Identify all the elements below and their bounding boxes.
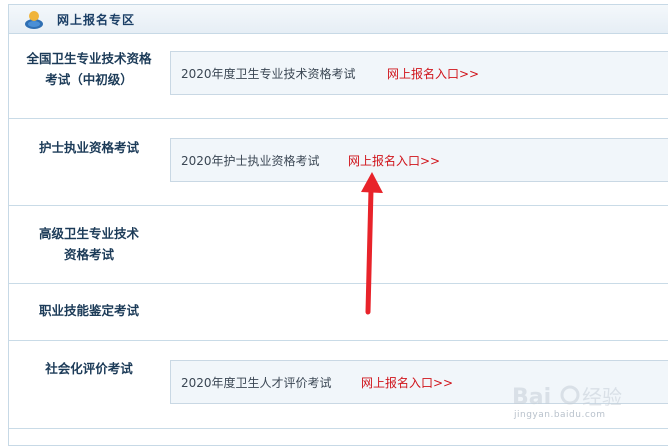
row-label-health-tech-qualification: 全国卫生专业技术资格 考试（中初级） <box>26 51 152 87</box>
svg-text:经验: 经验 <box>582 385 622 409</box>
row-label-senior-health-tech: 高级卫生专业技术 资格考试 <box>38 226 139 262</box>
entry-box-health-tech: 2020年度卫生专业技术资格考试 网上报名入口>> <box>170 51 668 95</box>
exam-name: 2020年度卫生人才评价考试 <box>181 376 332 390</box>
watermark-url: jingyan.baidu.com <box>514 410 606 420</box>
svg-text:Bai: Bai <box>512 385 551 410</box>
row-label-social-evaluation: 社会化评价考试 <box>45 361 133 376</box>
row-label-vocational-skills: 职业技能鉴定考试 <box>38 303 139 318</box>
section-title: 网上报名专区 <box>57 13 136 27</box>
baidu-watermark-logo: Bai 经验 <box>512 385 622 410</box>
row-divider <box>9 340 668 341</box>
exam-name: 2020年护士执业资格考试 <box>181 154 320 168</box>
register-link[interactable]: 网上报名入口>> <box>387 65 479 82</box>
row-divider <box>9 283 668 284</box>
row-label-nurse-qualification: 护士执业资格考试 <box>38 140 139 155</box>
row-divider <box>9 118 668 119</box>
section-header: 网上报名专区 <box>8 4 668 34</box>
register-link[interactable]: 网上报名入口>> <box>361 374 453 391</box>
row-divider <box>9 205 668 206</box>
row-divider <box>9 428 668 429</box>
register-link[interactable]: 网上报名入口>> <box>348 152 440 169</box>
user-icon <box>25 11 43 29</box>
exam-name: 2020年度卫生专业技术资格考试 <box>181 67 356 81</box>
entry-box-nurse: 2020年护士执业资格考试 网上报名入口>> <box>170 138 668 182</box>
